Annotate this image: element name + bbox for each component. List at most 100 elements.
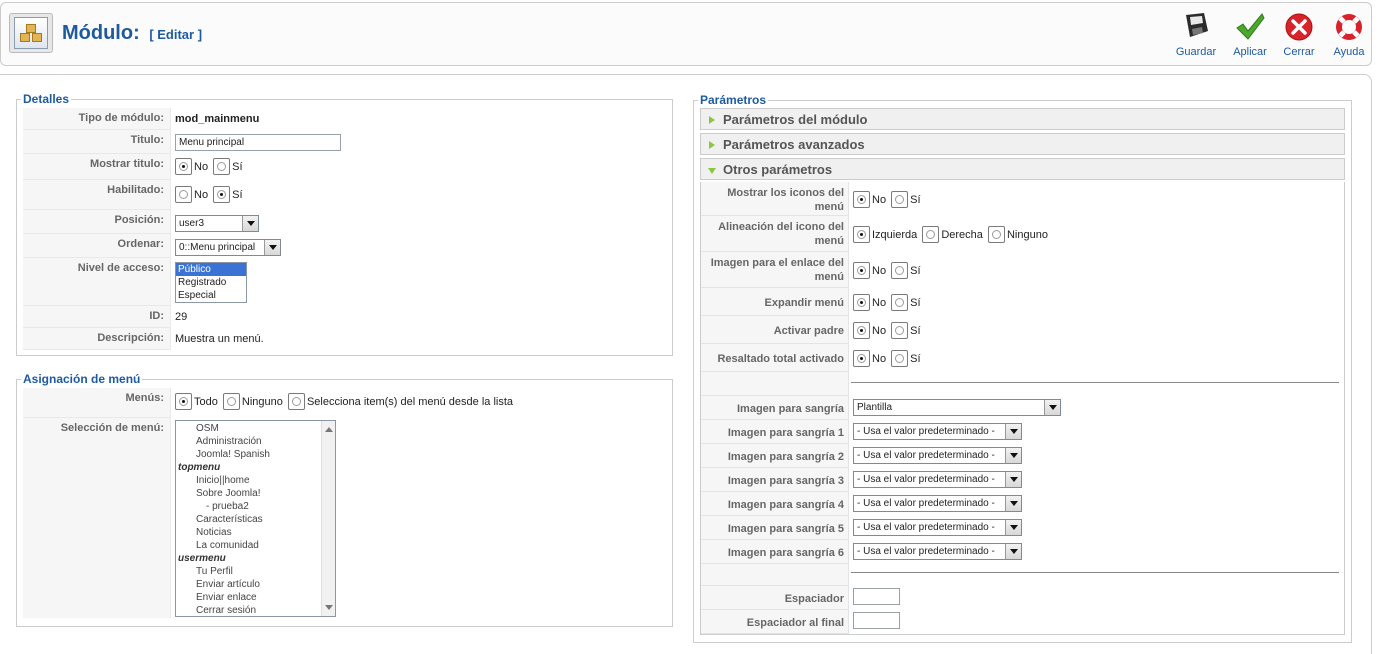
triangle-right-icon bbox=[709, 116, 715, 124]
menu-option[interactable]: Cerrar sesión bbox=[176, 604, 335, 616]
enabled-yes-label: Sí bbox=[232, 188, 243, 201]
menu-option[interactable]: Características bbox=[176, 513, 335, 526]
show-icons-label: Mostrar los iconos del menú bbox=[701, 182, 849, 216]
indent-image-6-select[interactable]: - Usa el valor predeterminado - bbox=[853, 543, 1022, 560]
access-level-listbox[interactable]: Público Registrado Especial bbox=[175, 262, 247, 303]
menu-option[interactable]: Tu Perfil bbox=[176, 565, 335, 578]
highlight-no-radio[interactable] bbox=[853, 350, 870, 367]
align-left-radio[interactable] bbox=[853, 226, 870, 243]
menu-option[interactable]: Enviar artículo bbox=[176, 578, 335, 591]
save-button[interactable]: Guardar bbox=[1169, 11, 1223, 58]
end-spacer-input[interactable] bbox=[853, 612, 900, 629]
link-image-yes-radio[interactable] bbox=[891, 262, 909, 279]
panel-advanced-params-title: Parámetros avanzados bbox=[723, 137, 865, 152]
enabled-label: Habilitado: bbox=[23, 180, 171, 210]
panel-other-params[interactable]: Otros parámetros bbox=[700, 158, 1345, 180]
menus-select-radio[interactable] bbox=[287, 393, 305, 410]
chevron-down-icon bbox=[1005, 448, 1021, 463]
indent-image-3-select[interactable]: - Usa el valor predeterminado - bbox=[853, 471, 1022, 488]
close-button[interactable]: Cerrar bbox=[1272, 11, 1326, 58]
activate-parent-yes-label: Sí bbox=[910, 324, 921, 337]
show-icons-no-label: No bbox=[872, 193, 887, 206]
spacer-row bbox=[701, 372, 849, 396]
activate-parent-label: Activar padre bbox=[701, 316, 849, 344]
expand-no-radio[interactable] bbox=[853, 294, 870, 311]
menu-option[interactable]: Inicio||home bbox=[176, 474, 335, 487]
order-label: Ordenar: bbox=[23, 234, 171, 258]
spacer-input[interactable] bbox=[853, 588, 900, 605]
expand-yes-label: Sí bbox=[910, 296, 921, 309]
link-image-no-radio[interactable] bbox=[853, 262, 870, 279]
menu-group-label: usermenu bbox=[178, 553, 226, 564]
menu-selection-listbox[interactable]: OSM Administración Joomla! Spanish topmenu I… bbox=[175, 420, 336, 617]
menu-option[interactable]: - prueba2 bbox=[176, 500, 335, 513]
divider bbox=[851, 382, 1339, 383]
show-title-yes-radio[interactable] bbox=[213, 158, 231, 175]
scroll-down-icon[interactable] bbox=[325, 605, 333, 610]
show-icons-no-radio[interactable] bbox=[853, 191, 870, 208]
indent-image-5-select[interactable]: - Usa el valor predeterminado - bbox=[853, 519, 1022, 536]
highlight-yes-radio[interactable] bbox=[891, 350, 909, 367]
access-level-option[interactable]: Registrado bbox=[176, 276, 246, 289]
menu-selection-label: Selección de menú: bbox=[23, 418, 171, 618]
description-value: Muestra un menú. bbox=[175, 333, 264, 345]
indent-image-select-value: Plantilla bbox=[857, 402, 893, 413]
menu-option[interactable]: Administración bbox=[176, 435, 335, 448]
indent-image-2-select[interactable]: - Usa el valor predeterminado - bbox=[853, 447, 1022, 464]
enabled-no-radio[interactable] bbox=[175, 186, 192, 203]
details-legend: Detalles bbox=[23, 92, 70, 106]
align-right-radio[interactable] bbox=[922, 226, 940, 243]
indent-image-3-value: - Usa el valor predeterminado - bbox=[857, 474, 995, 485]
enabled-yes-radio[interactable] bbox=[213, 186, 231, 203]
menu-option[interactable]: Enviar enlace bbox=[176, 591, 335, 604]
activate-parent-yes-radio[interactable] bbox=[891, 322, 909, 339]
panel-other-params-title: Otros parámetros bbox=[723, 162, 833, 177]
chevron-down-icon bbox=[1005, 472, 1021, 487]
order-select[interactable]: 0::Menu principal bbox=[175, 239, 281, 256]
show-title-label: Mostrar titulo: bbox=[23, 154, 171, 180]
chevron-down-icon bbox=[1005, 520, 1021, 535]
access-level-option[interactable]: Público bbox=[176, 263, 246, 276]
module-icon bbox=[9, 13, 53, 53]
panel-advanced-params[interactable]: Parámetros avanzados bbox=[700, 133, 1345, 155]
title-input[interactable] bbox=[175, 134, 341, 151]
expand-yes-radio[interactable] bbox=[891, 294, 909, 311]
indent-image-6-value: - Usa el valor predeterminado - bbox=[857, 546, 995, 557]
menus-all-radio[interactable] bbox=[175, 393, 192, 410]
save-label: Guardar bbox=[1175, 46, 1217, 58]
listbox-scrollbar[interactable] bbox=[321, 421, 335, 616]
chevron-down-icon bbox=[264, 240, 280, 255]
activate-parent-no-radio[interactable] bbox=[853, 322, 870, 339]
show-title-no-radio[interactable] bbox=[175, 158, 192, 175]
menus-none-label: Ninguno bbox=[241, 395, 283, 408]
menu-option[interactable]: La comunidad bbox=[176, 539, 335, 552]
indent-image-4-select[interactable]: - Usa el valor predeterminado - bbox=[853, 495, 1022, 512]
align-none-radio[interactable] bbox=[987, 226, 1005, 243]
indent-image-select[interactable]: Plantilla bbox=[853, 399, 1061, 416]
apply-button[interactable]: Aplicar bbox=[1223, 11, 1277, 58]
spacer-row bbox=[701, 564, 849, 586]
menus-none-radio[interactable] bbox=[222, 393, 240, 410]
module-type-value: mod_mainmenu bbox=[175, 113, 260, 125]
position-label: Posición: bbox=[23, 210, 171, 234]
panel-module-params[interactable]: Parámetros del módulo bbox=[700, 108, 1345, 130]
indent-image-5-label: Imagen para sangría 5 bbox=[701, 516, 849, 540]
indent-image-1-select[interactable]: - Usa el valor predeterminado - bbox=[853, 423, 1022, 440]
icon-alignment-label: Alineación del icono del menú bbox=[701, 216, 849, 252]
menu-option[interactable]: Joomla! Spanish bbox=[176, 448, 335, 461]
menu-option[interactable]: Sobre Joomla! bbox=[176, 487, 335, 500]
description-label: Descripción: bbox=[23, 328, 171, 350]
help-button[interactable]: Ayuda bbox=[1322, 11, 1376, 58]
help-label: Ayuda bbox=[1333, 46, 1365, 58]
menu-option[interactable]: Noticias bbox=[176, 526, 335, 539]
chevron-down-icon bbox=[1005, 544, 1021, 559]
menu-link-image-label: Imagen para el enlace del menú bbox=[701, 252, 849, 288]
menus-label: Menús: bbox=[23, 388, 171, 418]
show-icons-yes-radio[interactable] bbox=[891, 191, 909, 208]
scroll-up-icon[interactable] bbox=[325, 427, 333, 432]
position-select[interactable]: user3 bbox=[175, 215, 259, 232]
expand-no-label: No bbox=[872, 296, 887, 309]
menu-option[interactable]: OSM bbox=[176, 422, 335, 435]
access-level-option[interactable]: Especial bbox=[176, 289, 246, 302]
indent-image-4-value: - Usa el valor predeterminado - bbox=[857, 498, 995, 509]
